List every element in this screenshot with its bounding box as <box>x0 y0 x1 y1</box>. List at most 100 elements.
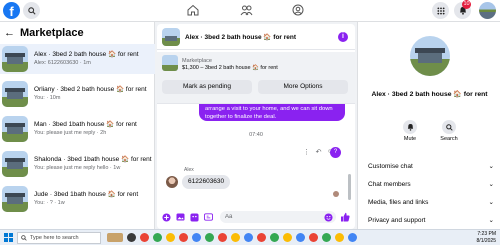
customise-chat-section[interactable]: Customise chat ⌄ <box>368 160 494 172</box>
time-divider: 07:40 <box>249 132 263 138</box>
conversation-item[interactable]: Man · 3bed 1bath house 🏠 for rent You: p… <box>0 114 155 144</box>
plus-icon[interactable] <box>161 212 172 223</box>
section-label: Media, files and links <box>368 198 429 206</box>
chrome-icon[interactable] <box>309 233 318 242</box>
chat-scrollbar[interactable] <box>348 174 351 200</box>
reply-icon[interactable]: ↶ <box>314 147 323 156</box>
top-navigation-bar: f 10 <box>0 0 500 22</box>
emoji-icon[interactable] <box>323 212 334 223</box>
search-icon <box>21 234 27 241</box>
chrome-icon[interactable] <box>322 233 331 242</box>
facebook-logo[interactable]: f <box>3 2 20 19</box>
widget-icon[interactable] <box>107 233 123 242</box>
chevron-down-icon: ⌄ <box>488 181 494 188</box>
section-label: Privacy and support <box>368 216 426 224</box>
search-icon <box>27 6 36 15</box>
conversation-preview: You: please just me reply · 2h <box>34 130 107 136</box>
listing-thumbnail <box>2 186 28 212</box>
chrome-icon[interactable] <box>231 233 240 242</box>
chrome-icon[interactable] <box>140 233 149 242</box>
sidebar-title: Marketplace <box>20 27 84 39</box>
chat-members-section[interactable]: Chat members ⌄ <box>368 178 494 190</box>
mute-button[interactable]: Mute <box>395 120 425 142</box>
chevron-down-icon: ⌄ <box>488 217 494 224</box>
sender-avatar[interactable] <box>166 176 178 188</box>
chrome-icon[interactable] <box>335 233 344 242</box>
conversation-preview: Alex: 6122603630 · 1m <box>34 60 91 66</box>
chrome-icon[interactable] <box>244 233 253 242</box>
chat-title[interactable]: Alex · 3bed 2 bath house 🏠 for rent <box>185 33 296 41</box>
chrome-icon[interactable] <box>205 233 214 242</box>
chat-header: Alex · 3bed 2 bath house 🏠 for rent i <box>157 24 355 50</box>
listing-thumbnail <box>2 81 28 107</box>
search-icon <box>445 123 453 131</box>
chrome-icon[interactable] <box>192 233 201 242</box>
account-avatar[interactable] <box>479 2 496 19</box>
chrome-icon[interactable] <box>218 233 227 242</box>
conversation-preview: You: please just me reply hello · 1w <box>34 165 121 171</box>
system-clock[interactable]: 7:23 PM 8/1/2025 <box>477 231 496 244</box>
marketplace-conversation-list: ← Marketplace Alex · 3bed 2 bath house 🏠… <box>0 22 155 229</box>
sender-name: Alex <box>184 167 194 173</box>
windows-taskbar: Type here to search 7:23 PM 8/1/2025 <box>0 229 500 245</box>
windows-start-icon[interactable] <box>4 233 13 242</box>
conversation-preview: You: · ? · 1w <box>34 200 65 206</box>
conversation-item[interactable]: Alex · 3bed 2 bath house 🏠 for rent Alex… <box>0 44 155 74</box>
chrome-icon[interactable] <box>283 233 292 242</box>
gif-icon[interactable] <box>203 212 214 223</box>
home-icon[interactable] <box>186 3 200 17</box>
incoming-message: 6122603630 <box>182 175 231 189</box>
sidebar-header: ← Marketplace <box>4 26 84 40</box>
mark-as-pending-button[interactable]: Mark as pending <box>162 80 252 94</box>
clock-date: 8/1/2025 <box>476 237 496 244</box>
search-button[interactable] <box>23 2 40 19</box>
section-label: Customise chat <box>368 162 413 170</box>
conversation-title: Jude · 3bed 1bath house 🏠 for rent <box>34 191 139 198</box>
message-composer <box>157 205 355 229</box>
like-thumb-icon[interactable] <box>339 211 350 222</box>
listing-thumbnail <box>2 116 28 142</box>
conversation-item[interactable]: Jude · 3bed 1bath house 🏠 for rent You: … <box>0 184 155 214</box>
privacy-support-section[interactable]: Privacy and support ⌄ <box>368 214 494 226</box>
listing-thumbnail <box>2 46 28 72</box>
chrome-icon[interactable] <box>153 233 162 242</box>
message-input[interactable] <box>220 211 336 223</box>
conversation-title: Man · 3bed 1bath house 🏠 for rent <box>34 121 137 128</box>
chevron-down-icon: ⌄ <box>488 199 494 206</box>
chrome-icon[interactable] <box>348 233 357 242</box>
chrome-icon[interactable] <box>166 233 175 242</box>
taskbar-search-box[interactable]: Type here to search <box>17 231 101 244</box>
bell-icon <box>407 123 413 131</box>
sticker-icon[interactable] <box>189 212 200 223</box>
search-in-chat-button[interactable]: Search <box>434 120 464 142</box>
conversation-item[interactable]: Shalonda · 3bed 1bath house 🏠 for rent Y… <box>0 149 155 179</box>
chrome-icon[interactable] <box>270 233 279 242</box>
listing-photo[interactable] <box>410 36 450 76</box>
clock-time: 7:23 PM <box>477 231 496 237</box>
seen-indicator-icon: ? <box>330 147 341 158</box>
conversation-preview: You: · 10m <box>34 95 61 101</box>
task-view-icon[interactable] <box>127 233 136 242</box>
info-icon[interactable]: i <box>338 32 348 42</box>
listing-card-thumbnail[interactable] <box>162 55 178 71</box>
notification-count-badge: 10 <box>462 0 471 9</box>
details-title: Alex · 3bed 2 bath house 🏠 for rent <box>371 91 488 98</box>
friends-icon[interactable] <box>239 3 253 17</box>
back-arrow-icon[interactable]: ← <box>4 27 15 39</box>
media-files-links-section[interactable]: Media, files and links ⌄ <box>368 196 494 208</box>
conversation-title: Shalonda · 3bed 1bath house 🏠 for rent <box>34 156 152 163</box>
chrome-icon[interactable] <box>296 233 305 242</box>
chrome-icon[interactable] <box>257 233 266 242</box>
more-options-button[interactable]: More Options <box>258 80 348 94</box>
conversation-item[interactable]: Orliany · 3bed 2 bath house 🏠 for rent Y… <box>0 79 155 109</box>
chevron-down-icon: ⌄ <box>488 163 494 170</box>
marketplace-label: Marketplace <box>182 58 212 64</box>
profile-icon[interactable] <box>291 3 305 17</box>
menu-button[interactable] <box>432 2 449 19</box>
chrome-icon[interactable] <box>179 233 188 242</box>
more-icon[interactable]: ⋮ <box>302 147 311 156</box>
chat-listing-thumbnail[interactable] <box>162 27 180 46</box>
chat-window: Alex · 3bed 2 bath house 🏠 for rent i Ma… <box>157 24 355 229</box>
image-icon[interactable] <box>175 212 186 223</box>
outgoing-message: arrange a visit to your home, and we can… <box>199 104 345 121</box>
